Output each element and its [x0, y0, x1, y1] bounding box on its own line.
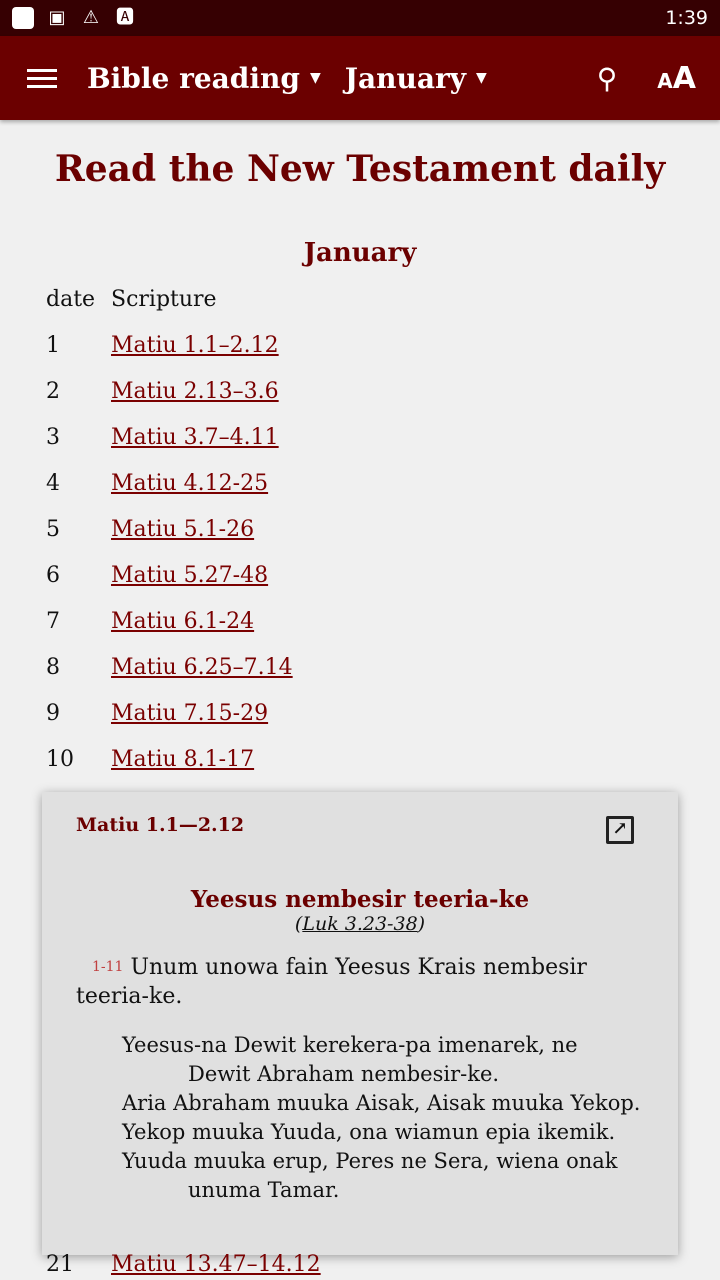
row-date: 5	[46, 516, 60, 542]
notification-icon	[12, 7, 34, 29]
poem-line: Yekop muuka Yuuda, ona wiamun epia ikemi…	[122, 1120, 616, 1144]
row-date: 9	[46, 700, 60, 726]
row-date: 10	[46, 746, 74, 772]
row-scripture: Matiu 6.25–7.14	[111, 644, 293, 690]
clock: 1:39	[665, 7, 708, 29]
scripture-link[interactable]: Matiu 1.1–2.12	[111, 333, 279, 358]
table-header: date Scripture	[46, 276, 293, 322]
row-scripture: Matiu 3.7–4.11	[111, 414, 293, 460]
table-row: 5 Matiu 5.1-26	[46, 506, 293, 552]
table-row: 3 Matiu 3.7–4.11	[46, 414, 293, 460]
scripture-link[interactable]: Matiu 4.12-25	[111, 471, 268, 496]
table-row: 7 Matiu 6.1-24	[46, 598, 293, 644]
month-dropdown[interactable]: January ▼	[345, 62, 487, 95]
row-scripture: Matiu 6.1-24	[111, 598, 293, 644]
paragraph: 1-11 Unum unowa fain Yeesus Krais nembes…	[76, 953, 644, 1011]
scripture-link[interactable]: Matiu 8.1-17	[111, 747, 254, 772]
row-scripture: Matiu 1.1–2.12	[111, 322, 293, 368]
row-scripture: Matiu 5.1-26	[111, 506, 293, 552]
caret-down-icon: ▼	[476, 70, 487, 86]
scripture-link[interactable]: Matiu 2.13–3.6	[111, 379, 279, 404]
row-scripture: Matiu 7.15-29	[111, 690, 293, 736]
scripture-link[interactable]: Matiu 5.27-48	[111, 563, 268, 588]
col-date: date	[46, 286, 96, 312]
row-scripture: Matiu 5.27-48	[111, 552, 293, 598]
month-heading: January	[303, 238, 417, 268]
poetry: Yeesus-na Dewit kerekera-pa imenarek, ne…	[76, 1031, 644, 1205]
book-label: Bible reading	[87, 61, 300, 95]
table-row: 6 Matiu 5.27-48	[46, 552, 293, 598]
table-row: 10 Matiu 8.1-17	[46, 736, 293, 782]
font-icon: 🅰	[116, 7, 134, 28]
section-heading: Yeesus nembesir teeria-ke	[190, 886, 530, 913]
caret-down-icon: ▼	[309, 70, 321, 86]
row-date: 21	[46, 1252, 74, 1277]
poem-line: Aria Abraham muuka Aisak, Aisak muuka Ye…	[122, 1091, 641, 1115]
scripture-link[interactable]: Matiu 3.7–4.11	[111, 425, 279, 450]
poem-line: Yeesus-na Dewit kerekera-pa imenarek, ne…	[122, 1033, 578, 1086]
row-date: 6	[46, 562, 60, 588]
month-label: January	[344, 61, 467, 95]
table-row: 1 Matiu 1.1–2.12	[46, 322, 293, 368]
paragraph-text: Unum unowa fain Yeesus Krais nembesir te…	[76, 955, 587, 1009]
scripture-link[interactable]: Matiu 7.15-29	[111, 701, 268, 726]
image-icon: ▣	[48, 7, 66, 28]
reading-table: date Scripture 1 Matiu 1.1–2.12 2 Matiu 2.13…	[46, 276, 293, 782]
table-row: 4 Matiu 4.12-25	[46, 460, 293, 506]
cross-reference: (Luk 3.23-38)	[76, 913, 644, 935]
search-icon[interactable]: ⚲	[597, 62, 618, 95]
row-date: 3	[46, 424, 60, 450]
xref-link[interactable]: Luk 3.23-38	[302, 913, 417, 935]
table-row: 8 Matiu 6.25–7.14	[46, 644, 293, 690]
book-dropdown[interactable]: Bible reading ▼	[87, 62, 321, 95]
scripture-link[interactable]: Matiu 13.47–14.12	[111, 1252, 321, 1277]
table-row: 21 Matiu 13.47–14.12	[46, 1252, 321, 1277]
warning-icon: ⚠	[82, 7, 100, 28]
table-row: 9 Matiu 7.15-29	[46, 690, 293, 736]
menu-icon[interactable]	[27, 64, 57, 93]
poem-line: Yuuda muuka erup, Peres ne Sera, wiena o…	[122, 1149, 618, 1202]
scripture-link[interactable]: Matiu 6.25–7.14	[111, 655, 293, 680]
status-bar: ▣ ⚠ 🅰 1:39	[0, 0, 720, 36]
table-row: 2 Matiu 2.13–3.6	[46, 368, 293, 414]
row-scripture: Matiu 2.13–3.6	[111, 368, 293, 414]
row-scripture: Matiu 8.1-17	[111, 736, 293, 782]
row-date: 7	[46, 608, 60, 634]
toolbar: Bible reading ▼ January ▼ ⚲ AA	[0, 36, 720, 120]
scripture-link[interactable]: Matiu 5.1-26	[111, 517, 254, 542]
popup-title: Matiu 1.1—2.12	[76, 814, 245, 836]
passage-popup: Matiu 1.1—2.12 ↗ Yeesus nembesir teeria-…	[42, 792, 678, 1255]
scripture-link[interactable]: Matiu 6.1-24	[111, 609, 254, 634]
row-date: 8	[46, 654, 60, 680]
row-date: 1	[46, 332, 60, 358]
paren: )	[417, 913, 426, 935]
verse-number: 1-11	[92, 959, 124, 975]
row-date: 2	[46, 378, 60, 404]
open-external-icon[interactable]: ↗	[606, 816, 634, 844]
page-title: Read the New Testament daily	[54, 148, 666, 190]
row-scripture: Matiu 4.12-25	[111, 460, 293, 506]
text-size-icon[interactable]: AA	[657, 61, 696, 96]
row-date: 4	[46, 470, 60, 496]
col-scripture: Scripture	[111, 286, 217, 312]
